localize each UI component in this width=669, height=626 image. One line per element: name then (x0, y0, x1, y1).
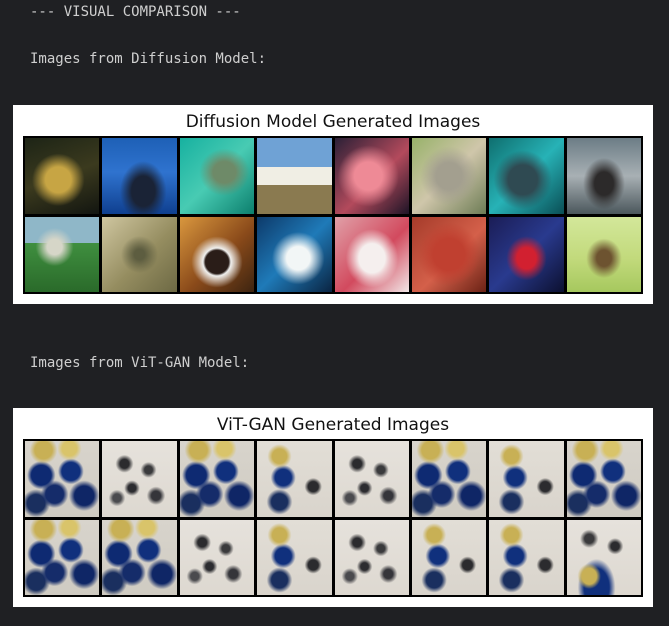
vitgan-intro-text: Images from ViT-GAN Model: (30, 355, 250, 371)
diffusion-image (334, 216, 409, 292)
vitgan-image (489, 441, 564, 517)
diffusion-figure-title: Diffusion Model Generated Images (185, 112, 481, 132)
vitgan-image (489, 519, 564, 595)
vitgan-image (102, 441, 177, 517)
vitgan-image (334, 441, 409, 517)
vitgan-image (566, 441, 641, 517)
vitgan-image (566, 519, 641, 595)
diffusion-image (179, 216, 255, 292)
diffusion-image (566, 216, 641, 292)
diffusion-image (102, 216, 177, 292)
diffusion-image (102, 138, 177, 214)
vitgan-image (102, 519, 177, 595)
diffusion-image (411, 138, 487, 214)
diffusion-intro-text: Images from Diffusion Model: (30, 51, 267, 67)
diffusion-image (25, 138, 100, 214)
diffusion-image (489, 138, 564, 214)
diffusion-image (179, 138, 255, 214)
vitgan-image (411, 441, 487, 517)
vitgan-figure: ViT-GAN Generated Images (13, 408, 653, 607)
visual-comparison-header: --- VISUAL COMPARISON --- (30, 4, 241, 20)
diffusion-image (25, 216, 100, 292)
diffusion-image (257, 216, 332, 292)
diffusion-image (566, 138, 641, 214)
diffusion-image-grid (23, 136, 643, 294)
diffusion-image (489, 216, 564, 292)
diffusion-image (334, 138, 409, 214)
vitgan-image (257, 519, 332, 595)
diffusion-image (257, 138, 332, 214)
vitgan-image (179, 519, 255, 595)
diffusion-figure: Diffusion Model Generated Images (13, 105, 653, 304)
vitgan-image (25, 519, 100, 595)
vitgan-image-grid (23, 439, 643, 597)
diffusion-image (411, 216, 487, 292)
vitgan-image (334, 519, 409, 595)
vitgan-image (411, 519, 487, 595)
vitgan-figure-title: ViT-GAN Generated Images (216, 415, 450, 435)
vitgan-image (179, 441, 255, 517)
vitgan-image (257, 441, 332, 517)
vitgan-image (25, 441, 100, 517)
